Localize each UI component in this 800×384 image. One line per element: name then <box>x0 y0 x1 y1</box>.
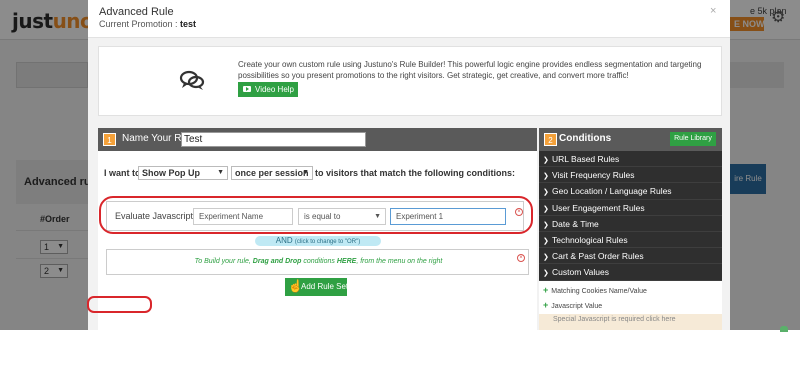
category-custom-values[interactable]: ❯ Custom Values <box>539 264 722 281</box>
category-visit-frequency[interactable]: ❯ Visit Frequency Rules <box>539 167 722 184</box>
condition-javascript-value[interactable]: + Javascript Value <box>543 300 602 310</box>
highlight-ring <box>87 296 152 313</box>
category-url-based[interactable]: ❯ URL Based Rules <box>539 151 722 168</box>
rule-name-bar: 1 Name Your Rule Test <box>98 128 537 151</box>
category-technological[interactable]: ❯ Technological Rules <box>539 232 722 249</box>
category-user-engagement[interactable]: ❯ User Engagement Rules <box>539 200 722 216</box>
chevron-down-icon: ❯ <box>543 270 549 278</box>
highlight-ring <box>99 196 533 234</box>
action-select[interactable]: Show Pop Up ▼ <box>138 166 228 180</box>
chevron-down-icon: ❯ <box>543 237 549 245</box>
advanced-rule-modal: Advanced Rule Current Promotion : test ×… <box>88 0 730 330</box>
rule-library-button[interactable]: Rule Library <box>670 132 716 146</box>
plus-icon: + <box>543 300 549 310</box>
modal-header: Advanced Rule Current Promotion : test × <box>88 0 730 38</box>
chevron-down-icon: ❯ <box>543 189 549 197</box>
conditions-panel: 2 Conditions Rule Library ❯ URL Based Rul… <box>539 128 722 330</box>
modal-title: Advanced Rule <box>99 6 174 18</box>
rule-builder-panel: 1 Name Your Rule Test I want to Show Pop… <box>98 128 537 330</box>
video-icon <box>243 86 251 92</box>
conditions-title: Conditions <box>559 133 612 144</box>
condition-matching-cookies[interactable]: + Matching Cookies Name/Value <box>543 285 647 295</box>
chat-bubbles-icon <box>179 70 205 90</box>
intro-text: Create your own custom rule using Justun… <box>238 60 702 80</box>
add-rule-set-button[interactable]: ☝ Add Rule Set <box>285 278 348 296</box>
category-cart-past-order[interactable]: ❯ Cart & Past Order Rules <box>539 248 722 265</box>
video-help-button[interactable]: Video Help <box>238 82 298 97</box>
category-list: ❯ URL Based Rules ❯ Visit Frequency Rules … <box>539 151 722 281</box>
intro-box: Create your own custom rule using Justun… <box>98 46 722 116</box>
step-number: 2 <box>544 133 557 146</box>
modal-subtitle: Current Promotion : test <box>99 19 197 29</box>
chevron-down-icon: ❯ <box>543 157 549 164</box>
step-number: 1 <box>103 133 116 146</box>
remove-ruleset-icon[interactable]: × <box>517 254 525 262</box>
category-geo-location[interactable]: ❯ Geo Location / Language Rules <box>539 183 722 200</box>
drop-zone[interactable]: To Build your rule, Drag and Drop condit… <box>106 249 529 275</box>
conditions-header: 2 Conditions Rule Library <box>539 128 722 151</box>
drop-zone-text: To Build your rule, Drag and Drop condit… <box>194 258 443 265</box>
special-javascript-note: Special Javascript is required click her… <box>539 314 722 330</box>
chevron-down-icon: ❯ <box>543 254 549 262</box>
i-want-label: I want to <box>104 168 141 178</box>
chevron-down-icon: ❯ <box>543 173 549 181</box>
page-bottom <box>0 330 800 384</box>
chevron-down-icon: ❯ <box>543 205 549 213</box>
and-or-toggle[interactable]: AND (click to change to "OR") <box>255 236 381 246</box>
hand-pointer-icon: ☝ <box>288 279 303 293</box>
rule-name-input[interactable]: Test <box>181 132 366 147</box>
plus-icon: + <box>543 285 549 295</box>
close-icon[interactable]: × <box>710 5 716 17</box>
visitors-text: to visitors that match the following con… <box>315 168 515 178</box>
frequency-select[interactable]: once per session ▼ <box>231 166 313 180</box>
edge-indicator <box>780 326 788 332</box>
category-date-time[interactable]: ❯ Date & Time <box>539 216 722 232</box>
chevron-down-icon: ❯ <box>543 221 549 229</box>
